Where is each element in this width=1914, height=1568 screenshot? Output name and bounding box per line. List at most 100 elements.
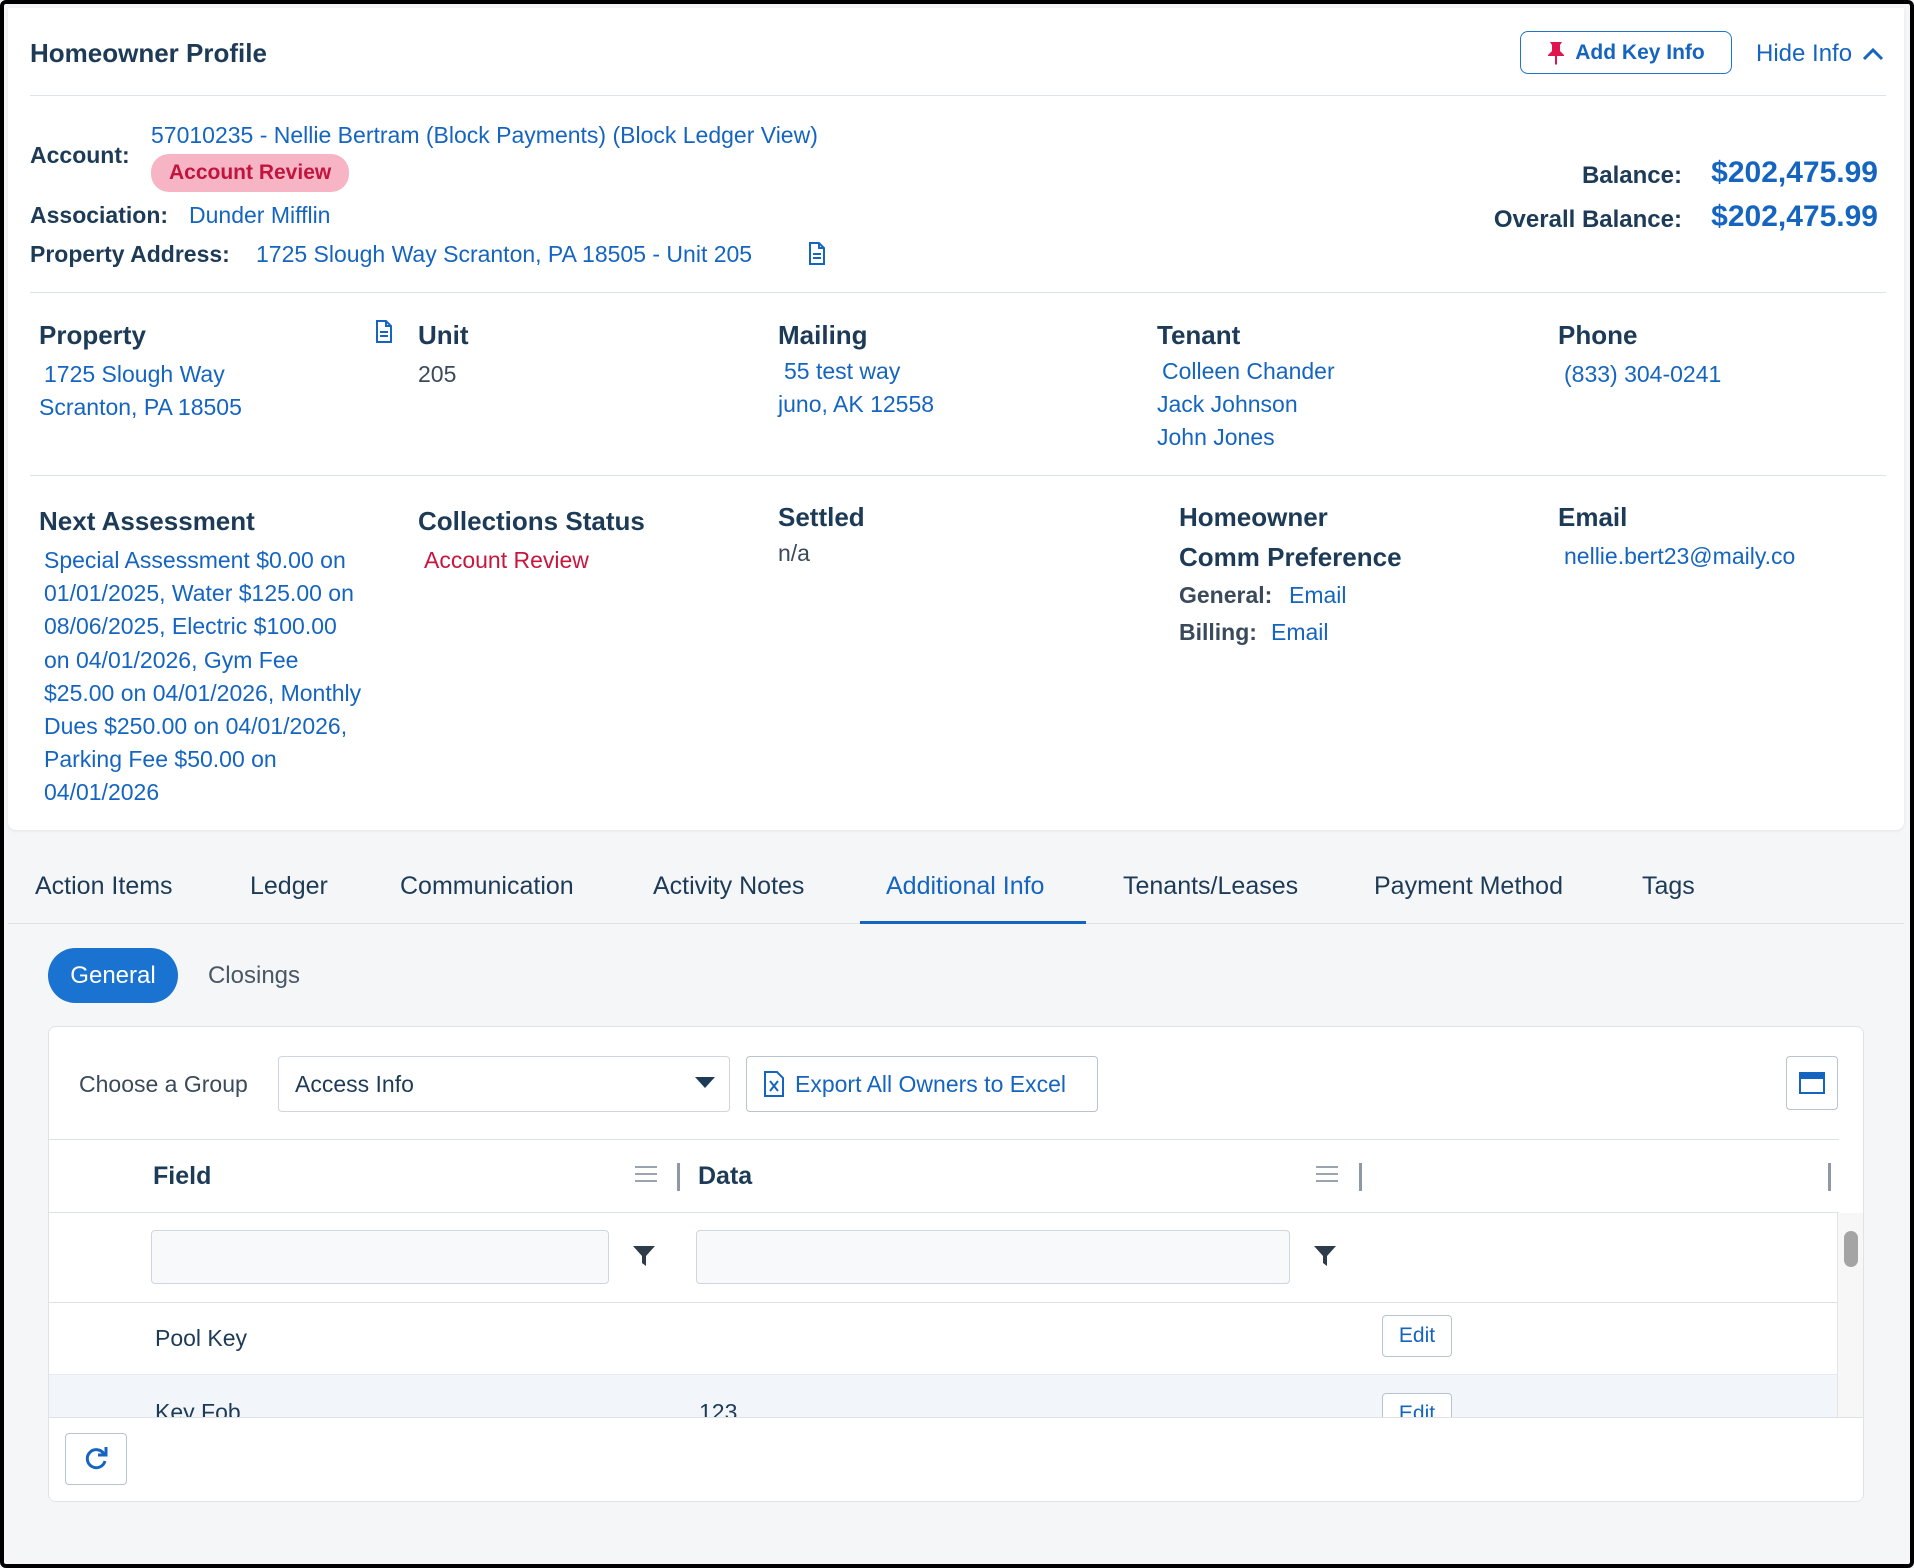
- column-header-field[interactable]: Field: [153, 1162, 211, 1191]
- balance-value: $202,475.99: [1711, 156, 1878, 189]
- add-key-info-button[interactable]: Add Key Info: [1520, 31, 1732, 74]
- column-resizer[interactable]: [677, 1163, 680, 1191]
- tenant-name[interactable]: John Jones: [1157, 421, 1275, 454]
- divider: [30, 475, 1886, 476]
- tab-activity-notes[interactable]: Activity Notes: [653, 848, 804, 924]
- grid-filter-row: [49, 1213, 1839, 1303]
- account-label: Account:: [30, 142, 130, 168]
- document-icon[interactable]: [808, 242, 826, 266]
- hide-info-toggle[interactable]: Hide Info: [1756, 40, 1884, 68]
- phone-heading: Phone: [1558, 320, 1638, 350]
- tab-payment-method[interactable]: Payment Method: [1374, 848, 1563, 924]
- assessment-line: $25.00 on 04/01/2026, Monthly: [44, 679, 362, 706]
- column-menu-icon[interactable]: [1316, 1166, 1338, 1184]
- tenant-heading: Tenant: [1157, 320, 1241, 350]
- unit-value: 205: [418, 361, 457, 387]
- grid-scrollbar[interactable]: [1837, 1213, 1863, 1417]
- association-link[interactable]: Dunder Mifflin: [189, 202, 330, 229]
- assessment-line: 01/01/2025, Water $125.00 on: [44, 580, 354, 607]
- active-tab-indicator: [860, 921, 1086, 924]
- data-filter-input[interactable]: [696, 1230, 1290, 1284]
- caret-down-icon: [695, 1077, 715, 1088]
- mailing-heading: Mailing: [778, 320, 868, 350]
- assessment-line: Special Assessment $0.00 on: [44, 547, 346, 573]
- settled-value: n/a: [778, 540, 810, 566]
- choose-group-label: Choose a Group: [79, 1071, 248, 1097]
- assessment-line: Parking Fee $50.00 on: [44, 746, 277, 773]
- divider: [30, 95, 1886, 96]
- unit-heading: Unit: [418, 320, 469, 350]
- field-filter-input[interactable]: [151, 1230, 609, 1284]
- column-resizer[interactable]: [1359, 1163, 1362, 1191]
- subtab-closings[interactable]: Closings: [194, 948, 314, 1003]
- subtab-general[interactable]: General: [48, 948, 178, 1003]
- divider: [30, 292, 1886, 293]
- column-menu-icon[interactable]: [635, 1166, 657, 1184]
- mailing-line2[interactable]: juno, AK 12558: [778, 388, 934, 421]
- assessment-line: 04/01/2026: [44, 779, 160, 806]
- export-owners-button[interactable]: Export All Owners to Excel: [746, 1056, 1098, 1112]
- add-key-info-label: Add Key Info: [1575, 40, 1705, 64]
- property-heading: Property: [39, 320, 146, 350]
- general-pref-label: General:: [1179, 582, 1273, 608]
- general-pref-value[interactable]: Email: [1289, 582, 1347, 609]
- tab-additional-info[interactable]: Additional Info: [886, 848, 1044, 924]
- property-address-link[interactable]: 1725 Slough Way Scranton, PA 18505 - Uni…: [256, 241, 752, 268]
- refresh-button[interactable]: [65, 1433, 127, 1485]
- collections-status-heading: Collections Status: [418, 506, 645, 536]
- settled-heading: Settled: [778, 502, 865, 532]
- table-row[interactable]: Pool Key Edit: [49, 1303, 1839, 1375]
- grid-header: Field Data: [49, 1139, 1839, 1213]
- export-label: Export All Owners to Excel: [795, 1070, 1066, 1097]
- document-icon[interactable]: [375, 320, 393, 344]
- mailing-line1[interactable]: 55 test way: [784, 355, 900, 388]
- collections-status-value: Account Review: [424, 547, 589, 573]
- filter-icon[interactable]: [632, 1244, 656, 1268]
- overall-balance-label: Overall Balance:: [1493, 206, 1682, 233]
- account-status-badge: Account Review: [151, 154, 350, 192]
- next-assessment-text: Special Assessment $0.00 on 01/01/2025, …: [44, 544, 361, 810]
- group-select-value: Access Info: [295, 1070, 414, 1097]
- hide-info-label: Hide Info: [1756, 40, 1853, 67]
- toggle-fullscreen-button[interactable]: [1786, 1056, 1838, 1110]
- comm-heading-1: Homeowner: [1179, 502, 1328, 532]
- billing-pref-value[interactable]: Email: [1271, 619, 1329, 646]
- excel-icon: [764, 1071, 784, 1097]
- grid-footer: [49, 1417, 1863, 1501]
- homeowner-profile-card: Homeowner Profile Add Key Info Hide Info…: [8, 8, 1904, 830]
- property-line2[interactable]: Scranton, PA 18505: [39, 391, 242, 424]
- tenant-name[interactable]: Colleen Chander: [1162, 355, 1335, 388]
- balance-label: Balance:: [1581, 162, 1682, 189]
- profile-tabs: Action Items Ledger Communication Activi…: [8, 848, 1904, 924]
- pin-icon: [1548, 41, 1565, 65]
- assessment-line: 08/06/2025, Electric $100.00: [44, 613, 337, 640]
- app-frame: Homeowner Profile Add Key Info Hide Info…: [0, 0, 1914, 1568]
- property-address-label: Property Address:: [30, 241, 230, 267]
- tab-ledger[interactable]: Ledger: [250, 848, 328, 924]
- tab-tenants-leases[interactable]: Tenants/Leases: [1123, 848, 1298, 924]
- tab-action-items[interactable]: Action Items: [35, 848, 173, 924]
- phone-link[interactable]: (833) 304-0241: [1564, 358, 1721, 391]
- assessment-line: on 04/01/2026, Gym Fee: [44, 646, 299, 673]
- assessment-line: Dues $250.00 on 04/01/2026,: [44, 713, 348, 740]
- row-field: Pool Key: [155, 1325, 248, 1351]
- tab-communication[interactable]: Communication: [400, 848, 574, 924]
- additional-info-panel: Choose a Group Access Info Export All Ow…: [48, 1026, 1864, 1502]
- edit-button[interactable]: Edit: [1382, 1315, 1452, 1357]
- overall-balance-value: $202,475.99: [1711, 200, 1878, 233]
- column-header-data[interactable]: Data: [698, 1162, 752, 1191]
- window-icon: [1799, 1072, 1825, 1094]
- billing-pref-label: Billing:: [1179, 619, 1257, 645]
- account-link[interactable]: 57010235 - Nellie Bertram (Block Payment…: [151, 122, 818, 149]
- property-line1[interactable]: 1725 Slough Way: [44, 358, 225, 391]
- column-resizer[interactable]: [1828, 1163, 1831, 1191]
- refresh-icon: [85, 1447, 108, 1470]
- association-label: Association:: [30, 202, 169, 228]
- filter-icon[interactable]: [1313, 1244, 1337, 1268]
- tab-tags[interactable]: Tags: [1642, 848, 1695, 924]
- scrollbar-thumb[interactable]: [1844, 1231, 1858, 1267]
- page-title: Homeowner Profile: [30, 38, 267, 68]
- group-select[interactable]: Access Info: [278, 1056, 730, 1112]
- email-link[interactable]: nellie.bert23@maily.co: [1564, 540, 1795, 573]
- tenant-name[interactable]: Jack Johnson: [1157, 388, 1298, 421]
